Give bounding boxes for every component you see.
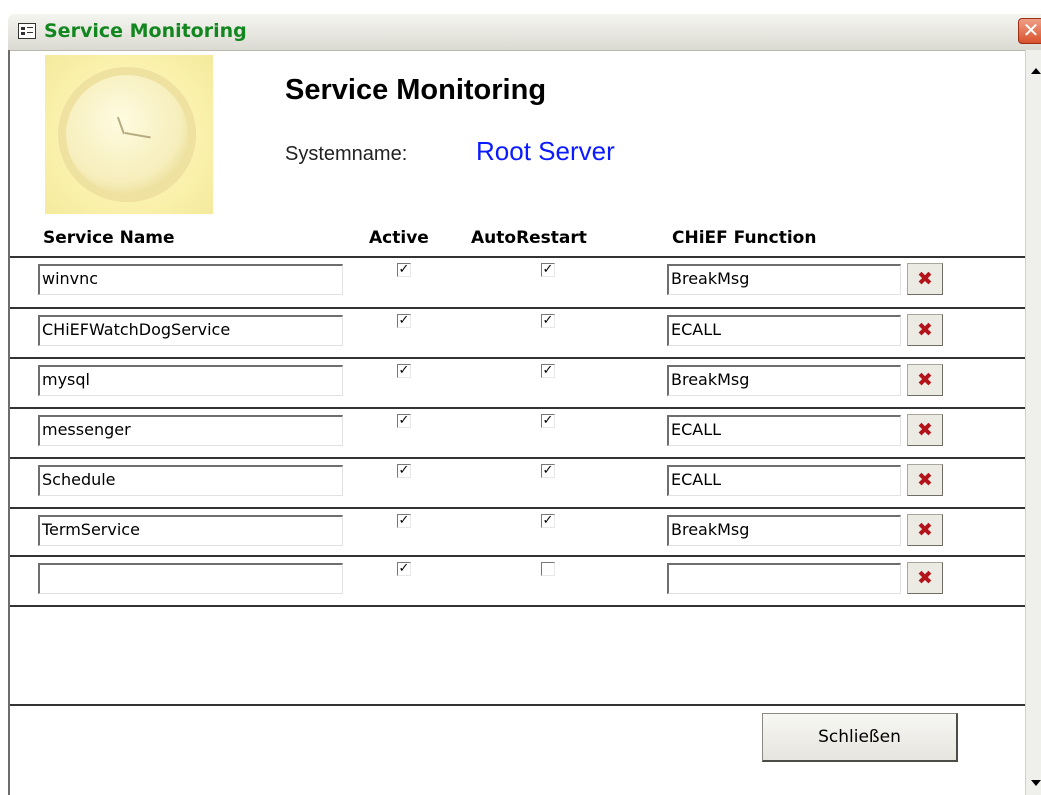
table-row: mysql ✓ ✓ BreakMsg ✖ (10, 358, 1025, 408)
table-row: winvnc ✓ ✓ BreakMsg ✖ (10, 257, 1025, 307)
table-row: CHiEFWatchDogService ✓ ✓ ECALL ✖ (10, 308, 1025, 358)
active-checkbox[interactable]: ✓ (397, 562, 411, 576)
window-title: Service Monitoring (44, 20, 247, 42)
footer-divider (10, 704, 1025, 706)
scroll-down-arrow-icon[interactable] (1031, 780, 1041, 786)
active-checkbox[interactable]: ✓ (397, 364, 411, 378)
column-header-service-name: Service Name (43, 228, 175, 248)
detail-bottom-divider (10, 605, 1025, 607)
delete-record-icon[interactable]: ✖ (907, 562, 943, 594)
delete-record-icon[interactable]: ✖ (907, 263, 943, 295)
auto-restart-checkbox[interactable] (541, 562, 555, 576)
auto-restart-checkbox[interactable]: ✓ (541, 364, 555, 378)
form-heading: Service Monitoring (285, 74, 547, 106)
system-name-label: Systemname: (285, 143, 408, 165)
close-window-button[interactable]: ✕ (1018, 18, 1041, 44)
service-name-field[interactable]: winvnc (38, 264, 343, 295)
service-name-field[interactable]: TermService (38, 515, 343, 546)
column-header-chief-function: CHiEF Function (672, 228, 817, 248)
table-row: Schedule ✓ ✓ ECALL ✖ (10, 458, 1025, 508)
column-header-active: Active (369, 228, 429, 248)
delete-record-icon[interactable]: ✖ (907, 364, 943, 396)
service-name-field[interactable]: messenger (38, 415, 343, 446)
close-form-button[interactable]: Schließen (762, 713, 958, 762)
column-header-auto-restart: AutoRestart (471, 228, 587, 248)
auto-restart-checkbox[interactable]: ✓ (541, 263, 555, 277)
service-name-field[interactable] (38, 563, 343, 594)
active-checkbox[interactable]: ✓ (397, 263, 411, 277)
service-name-field[interactable]: CHiEFWatchDogService (38, 315, 343, 346)
active-checkbox[interactable]: ✓ (397, 464, 411, 478)
delete-record-icon[interactable]: ✖ (907, 414, 943, 446)
form-icon[interactable] (18, 23, 36, 39)
chief-function-field[interactable]: ECALL (667, 415, 901, 446)
active-checkbox[interactable]: ✓ (397, 514, 411, 528)
chief-function-field[interactable]: BreakMsg (667, 515, 901, 546)
service-monitoring-window: Service Monitoring ✕ Service Monitoring … (0, 0, 1041, 795)
close-form-button-label: Schließen (818, 727, 901, 747)
chief-function-field[interactable]: BreakMsg (667, 264, 901, 295)
table-row: TermService ✓ ✓ BreakMsg ✖ (10, 508, 1025, 558)
auto-restart-checkbox[interactable]: ✓ (541, 464, 555, 478)
service-name-field[interactable]: mysql (38, 365, 343, 396)
vertical-scrollbar[interactable] (1025, 50, 1041, 795)
chief-function-field[interactable] (667, 563, 901, 594)
active-checkbox[interactable]: ✓ (397, 414, 411, 428)
chief-function-field[interactable]: BreakMsg (667, 365, 901, 396)
table-row-new-record: ✓ ✖ (10, 556, 1025, 606)
delete-record-icon[interactable]: ✖ (907, 314, 943, 346)
delete-record-icon[interactable]: ✖ (907, 464, 943, 496)
delete-record-icon[interactable]: ✖ (907, 514, 943, 546)
auto-restart-checkbox[interactable]: ✓ (541, 514, 555, 528)
auto-restart-checkbox[interactable]: ✓ (541, 314, 555, 328)
service-name-field[interactable]: Schedule (38, 465, 343, 496)
scroll-up-arrow-icon[interactable] (1031, 68, 1041, 74)
system-name-value: Root Server (476, 136, 615, 166)
active-checkbox[interactable]: ✓ (397, 314, 411, 328)
chief-function-field[interactable]: ECALL (667, 315, 901, 346)
auto-restart-checkbox[interactable]: ✓ (541, 414, 555, 428)
chief-function-field[interactable]: ECALL (667, 465, 901, 496)
table-row: messenger ✓ ✓ ECALL ✖ (10, 408, 1025, 458)
